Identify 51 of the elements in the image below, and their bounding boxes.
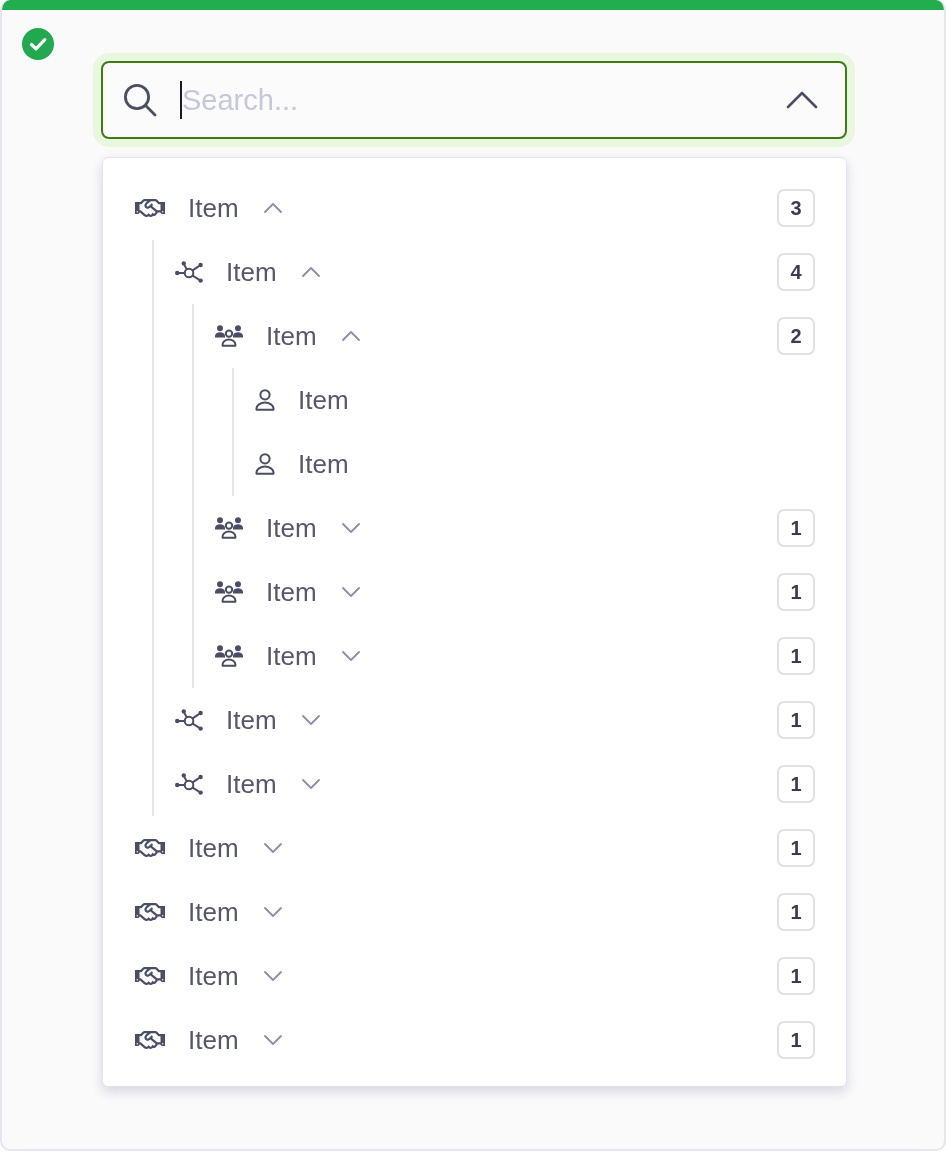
people-group-icon <box>215 645 243 667</box>
item-label[interactable]: Item <box>266 641 317 671</box>
count-badge: 2 <box>777 317 815 355</box>
chevron-down-icon[interactable] <box>263 971 282 981</box>
people-group-icon <box>215 517 243 539</box>
count-badge: 1 <box>777 1021 815 1059</box>
count-badge: 1 <box>777 509 815 547</box>
item-label[interactable]: Item <box>188 193 239 223</box>
item-label[interactable]: Item <box>266 577 317 607</box>
count-badge: 1 <box>777 893 815 931</box>
chevron-down-icon[interactable] <box>301 779 320 789</box>
count-badge: 1 <box>777 957 815 995</box>
handshake-icon <box>135 967 165 985</box>
people-group-icon <box>215 581 243 603</box>
network-icon <box>175 261 203 283</box>
count-badge: 3 <box>777 189 815 227</box>
chevron-down-icon[interactable] <box>263 907 282 917</box>
search-icon <box>123 83 157 117</box>
network-icon <box>175 773 203 795</box>
item-label[interactable]: Item <box>188 897 239 927</box>
chevron-down-icon[interactable] <box>263 843 282 853</box>
item-label[interactable]: Item <box>188 1025 239 1055</box>
item-label[interactable]: Item <box>226 769 277 799</box>
chevron-down-icon[interactable] <box>341 587 360 597</box>
person-icon <box>255 453 275 475</box>
item-label[interactable]: Item <box>266 321 317 351</box>
handshake-icon <box>135 199 165 217</box>
handshake-icon <box>135 903 165 921</box>
count-badge: 1 <box>777 765 815 803</box>
chevron-down-icon[interactable] <box>263 1035 282 1045</box>
item-label[interactable]: Item <box>188 961 239 991</box>
item-label[interactable]: Item <box>266 513 317 543</box>
count-badge: 1 <box>777 573 815 611</box>
item-label[interactable]: Item <box>298 449 349 479</box>
person-icon <box>255 389 275 411</box>
handshake-icon <box>135 1031 165 1049</box>
item-label[interactable]: Item <box>188 833 239 863</box>
item-label[interactable]: Item <box>226 257 277 287</box>
people-group-icon <box>215 325 243 347</box>
chevron-down-icon[interactable] <box>341 651 360 661</box>
count-badge: 1 <box>777 701 815 739</box>
chevron-down-icon[interactable] <box>341 523 360 533</box>
chevron-down-icon[interactable] <box>301 715 320 725</box>
item-label[interactable]: Item <box>226 705 277 735</box>
network-icon <box>175 709 203 731</box>
count-badge: 1 <box>777 829 815 867</box>
item-label[interactable]: Item <box>298 385 349 415</box>
handshake-icon <box>135 839 165 857</box>
count-badge: 1 <box>777 637 815 675</box>
chevron-up-icon[interactable] <box>786 91 818 109</box>
count-badge: 4 <box>777 253 815 291</box>
